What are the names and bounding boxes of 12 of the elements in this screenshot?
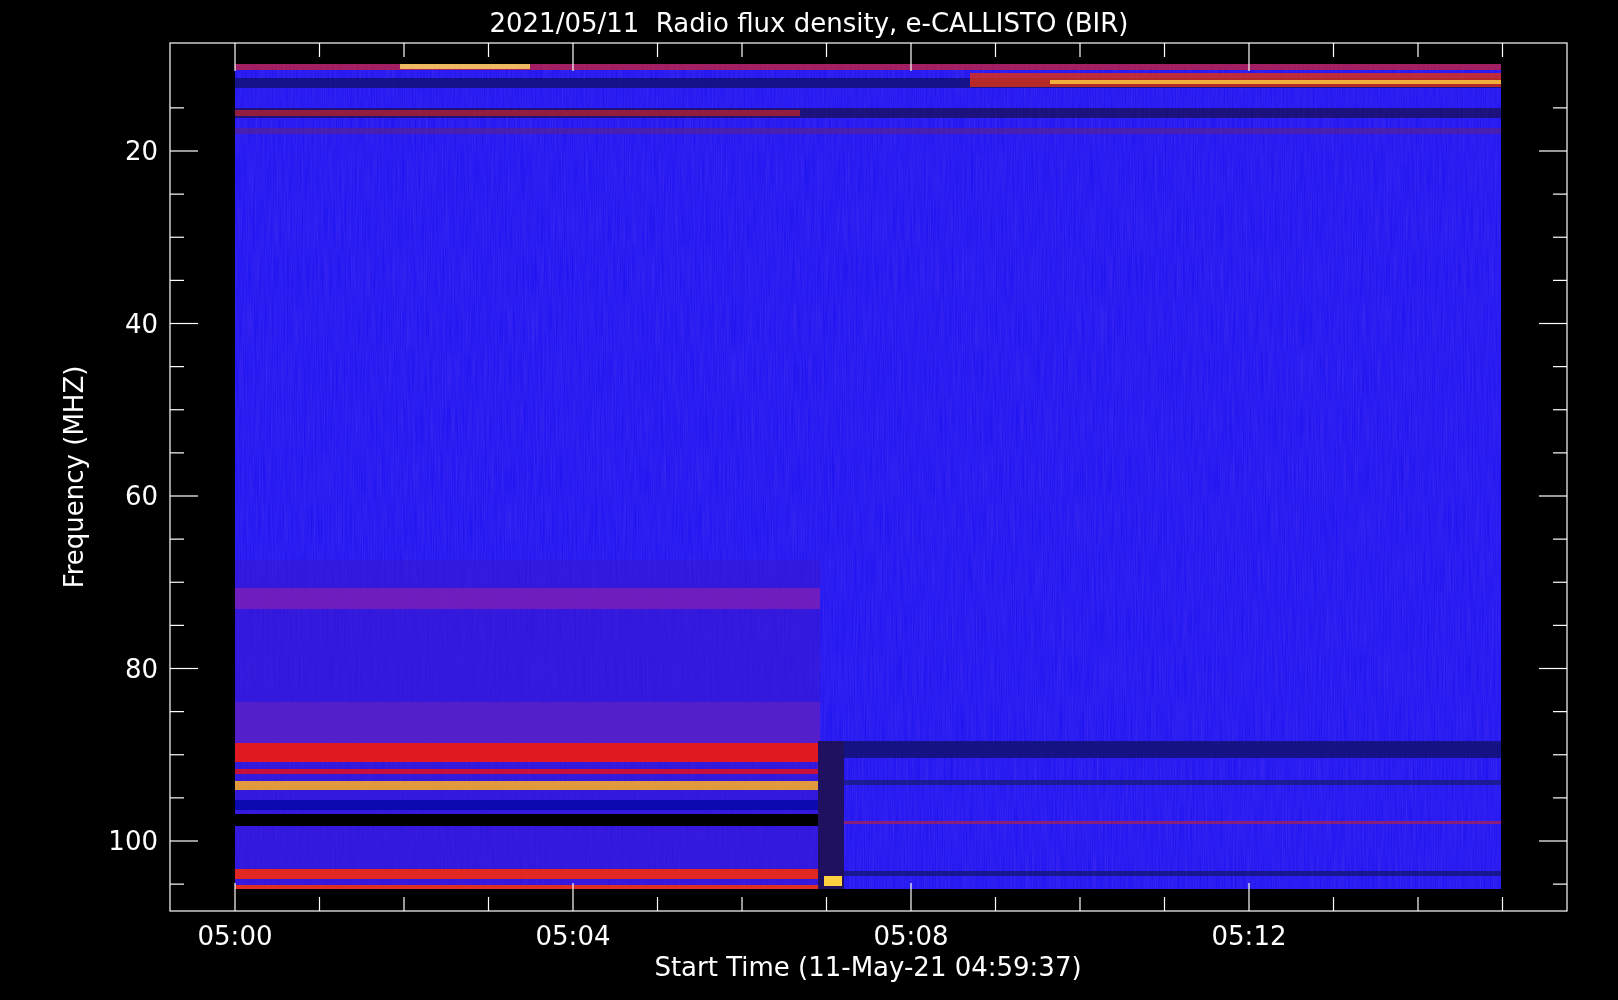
chart-title: 2021/05/11 Radio flux density, e-CALLISTO (BIR) [489, 8, 1129, 38]
y-tick-label: 40 [124, 308, 158, 339]
x-tick-label: 05:08 [873, 921, 949, 951]
y-tick-label: 60 [124, 481, 158, 511]
x-tick-label: 05:12 [1211, 921, 1287, 951]
x-tick-label: 05:04 [535, 921, 611, 951]
y-tick-label: 80 [124, 653, 158, 684]
y-tick-label: 100 [108, 826, 158, 856]
y-tick-label: 20 [124, 136, 158, 166]
y-axis-label: Frequency (MHZ) [59, 365, 89, 589]
x-axis-label: Start Time (11-May-21 04:59:37) [654, 952, 1082, 982]
x-tick-label: 05:00 [197, 921, 273, 951]
